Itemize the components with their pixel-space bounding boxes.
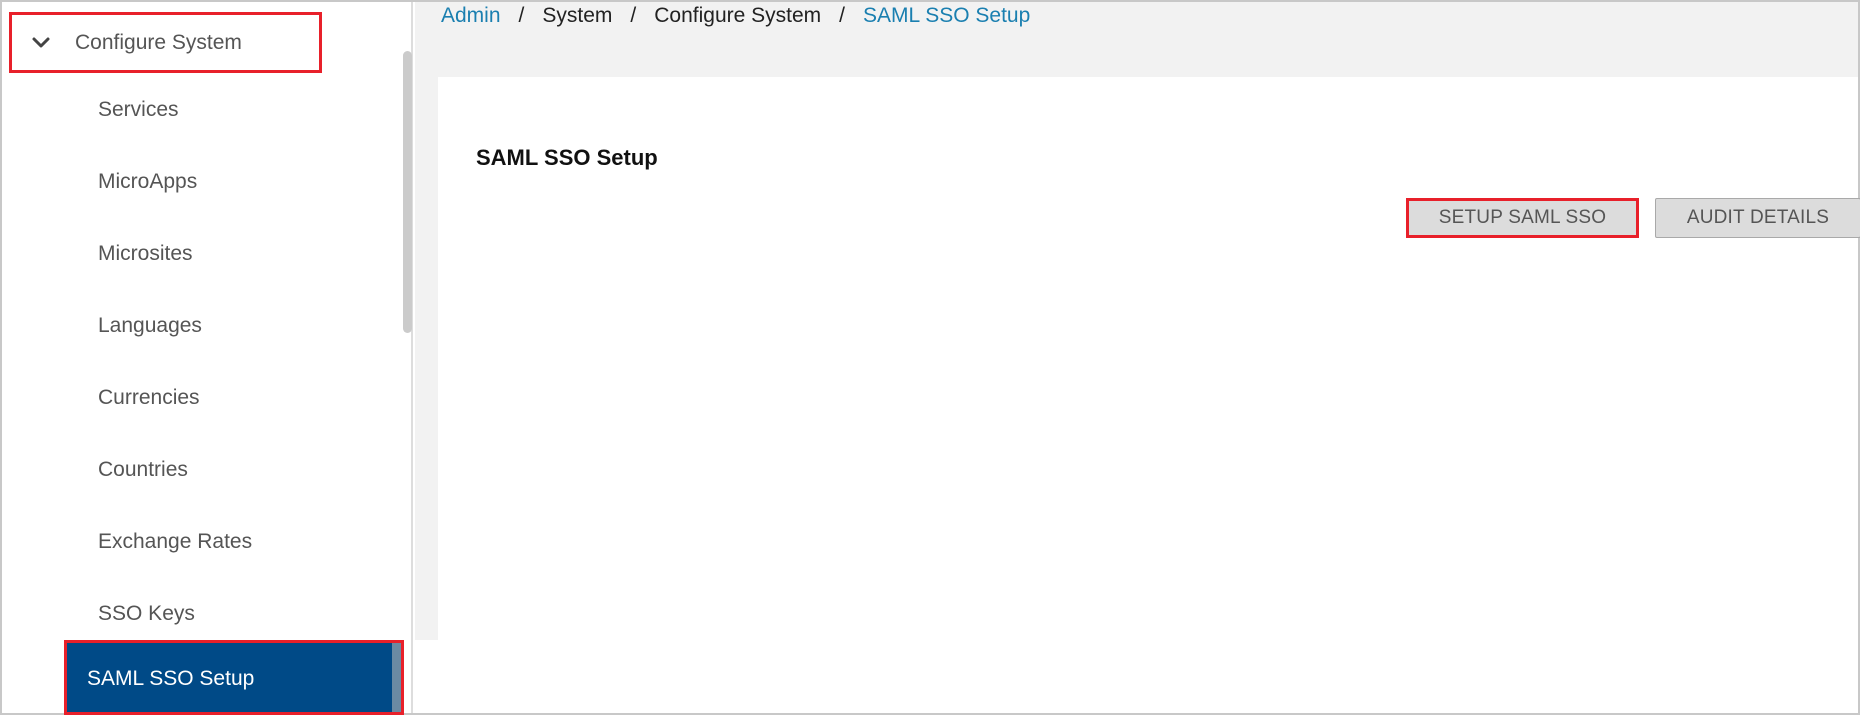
sidebar-item-exchange-rates[interactable]: Exchange Rates [98,530,252,554]
audit-details-button[interactable]: AUDIT DETAILS [1655,198,1860,238]
content-card: SAML SSO Setup SETUP SAML SSO AUDIT DETA… [438,77,1860,640]
sidebar-item-sso-keys[interactable]: SSO Keys [98,602,195,626]
main-content: Admin / System / Configure System / SAML… [415,2,1860,713]
sidebar-item-microsites[interactable]: Microsites [98,242,193,266]
breadcrumb-separator: / [839,4,845,27]
sidebar-item-saml-sso-setup[interactable]: SAML SSO Setup [64,640,404,715]
sidebar-item-label: SAML SSO Setup [87,667,255,690]
sidebar-item-microapps[interactable]: MicroApps [98,170,197,194]
sidebar-group-configure-system[interactable]: Configure System [9,12,322,73]
breadcrumb-admin[interactable]: Admin [441,4,501,28]
setup-saml-sso-button[interactable]: SETUP SAML SSO [1406,198,1639,238]
breadcrumb-separator: / [630,4,637,27]
chevron-down-icon [32,37,50,48]
sidebar-group-label: Configure System [75,31,242,54]
selected-indicator-bar [392,643,401,712]
sidebar-item-services[interactable]: Services [98,98,179,122]
sidebar-item-currencies[interactable]: Currencies [98,386,200,410]
sidebar-scrollbar[interactable] [403,51,412,333]
breadcrumb: Admin / System / Configure System / SAML… [441,4,1030,28]
page-title: SAML SSO Setup [476,145,658,170]
sidebar: Configure System Services MicroApps Micr… [2,2,413,715]
sidebar-item-countries[interactable]: Countries [98,458,188,482]
breadcrumb-saml-sso-setup[interactable]: SAML SSO Setup [863,4,1030,28]
main-background: Admin / System / Configure System / SAML… [415,2,1860,640]
breadcrumb-separator: / [518,4,525,27]
breadcrumb-system: System [542,4,613,27]
sidebar-item-languages[interactable]: Languages [98,314,202,338]
breadcrumb-configure-system: Configure System [654,4,822,27]
